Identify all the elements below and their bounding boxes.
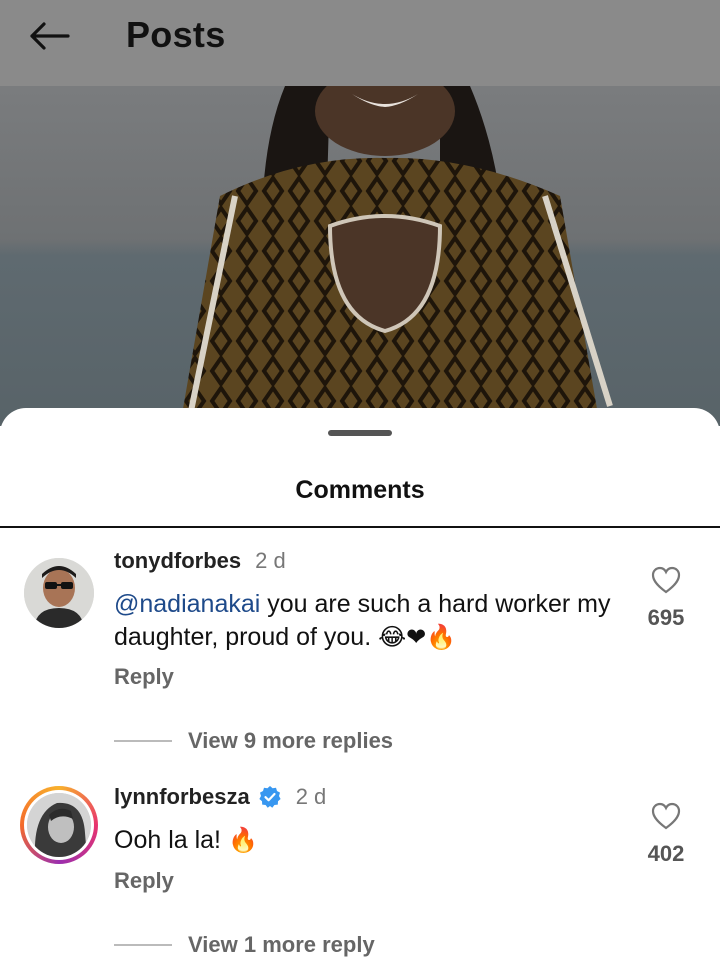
replies-divider [114,944,172,946]
comments-sheet: Comments tonydforbes 2 d @nadianakai you… [0,408,720,968]
divider [0,526,720,528]
emoji-group: 🔥 [227,826,258,854]
comment-text: Ooh la la! 🔥 [114,824,624,857]
view-replies-button[interactable]: View 1 more reply [114,932,375,958]
heart-icon[interactable] [651,802,681,835]
back-button[interactable] [24,18,74,58]
like-count: 402 [647,841,685,866]
top-header: Posts [0,0,720,86]
comment-timestamp: 2 d [255,548,286,573]
verified-badge-icon [258,785,282,809]
post-image [0,86,720,426]
comment-username[interactable]: tonydforbes 2 d [114,548,286,574]
drag-handle[interactable] [328,430,392,436]
comment-username[interactable]: lynnforbesza 2 d [114,784,326,810]
view-replies-button[interactable]: View 9 more replies [114,728,393,754]
like-count: 695 [647,605,685,630]
avatar[interactable] [27,793,91,857]
avatar[interactable] [24,558,94,628]
reply-button[interactable]: Reply [114,868,174,894]
reply-button[interactable]: Reply [114,664,174,690]
avatar-story-ring[interactable] [20,786,98,864]
comment-timestamp: 2 d [295,784,327,809]
view-replies-label[interactable]: View 1 more reply [188,932,375,958]
comment-text: @nadianakai you are such a hard worker m… [114,588,624,654]
like-control[interactable]: 695 [644,566,688,631]
emoji-group: 😂❤🔥 [378,623,457,651]
like-control[interactable]: 402 [644,802,688,867]
replies-divider [114,740,172,742]
comment-body: Ooh la la! [114,826,228,854]
arrow-left-icon [28,21,70,56]
view-replies-label[interactable]: View 9 more replies [188,728,393,754]
username-text[interactable]: tonydforbes [114,548,241,574]
heart-icon[interactable] [651,566,681,599]
page-title: Posts [126,14,226,55]
mention-link[interactable]: @nadianakai [114,590,260,618]
username-text[interactable]: lynnforbesza [114,784,250,810]
sheet-title: Comments [295,476,425,504]
